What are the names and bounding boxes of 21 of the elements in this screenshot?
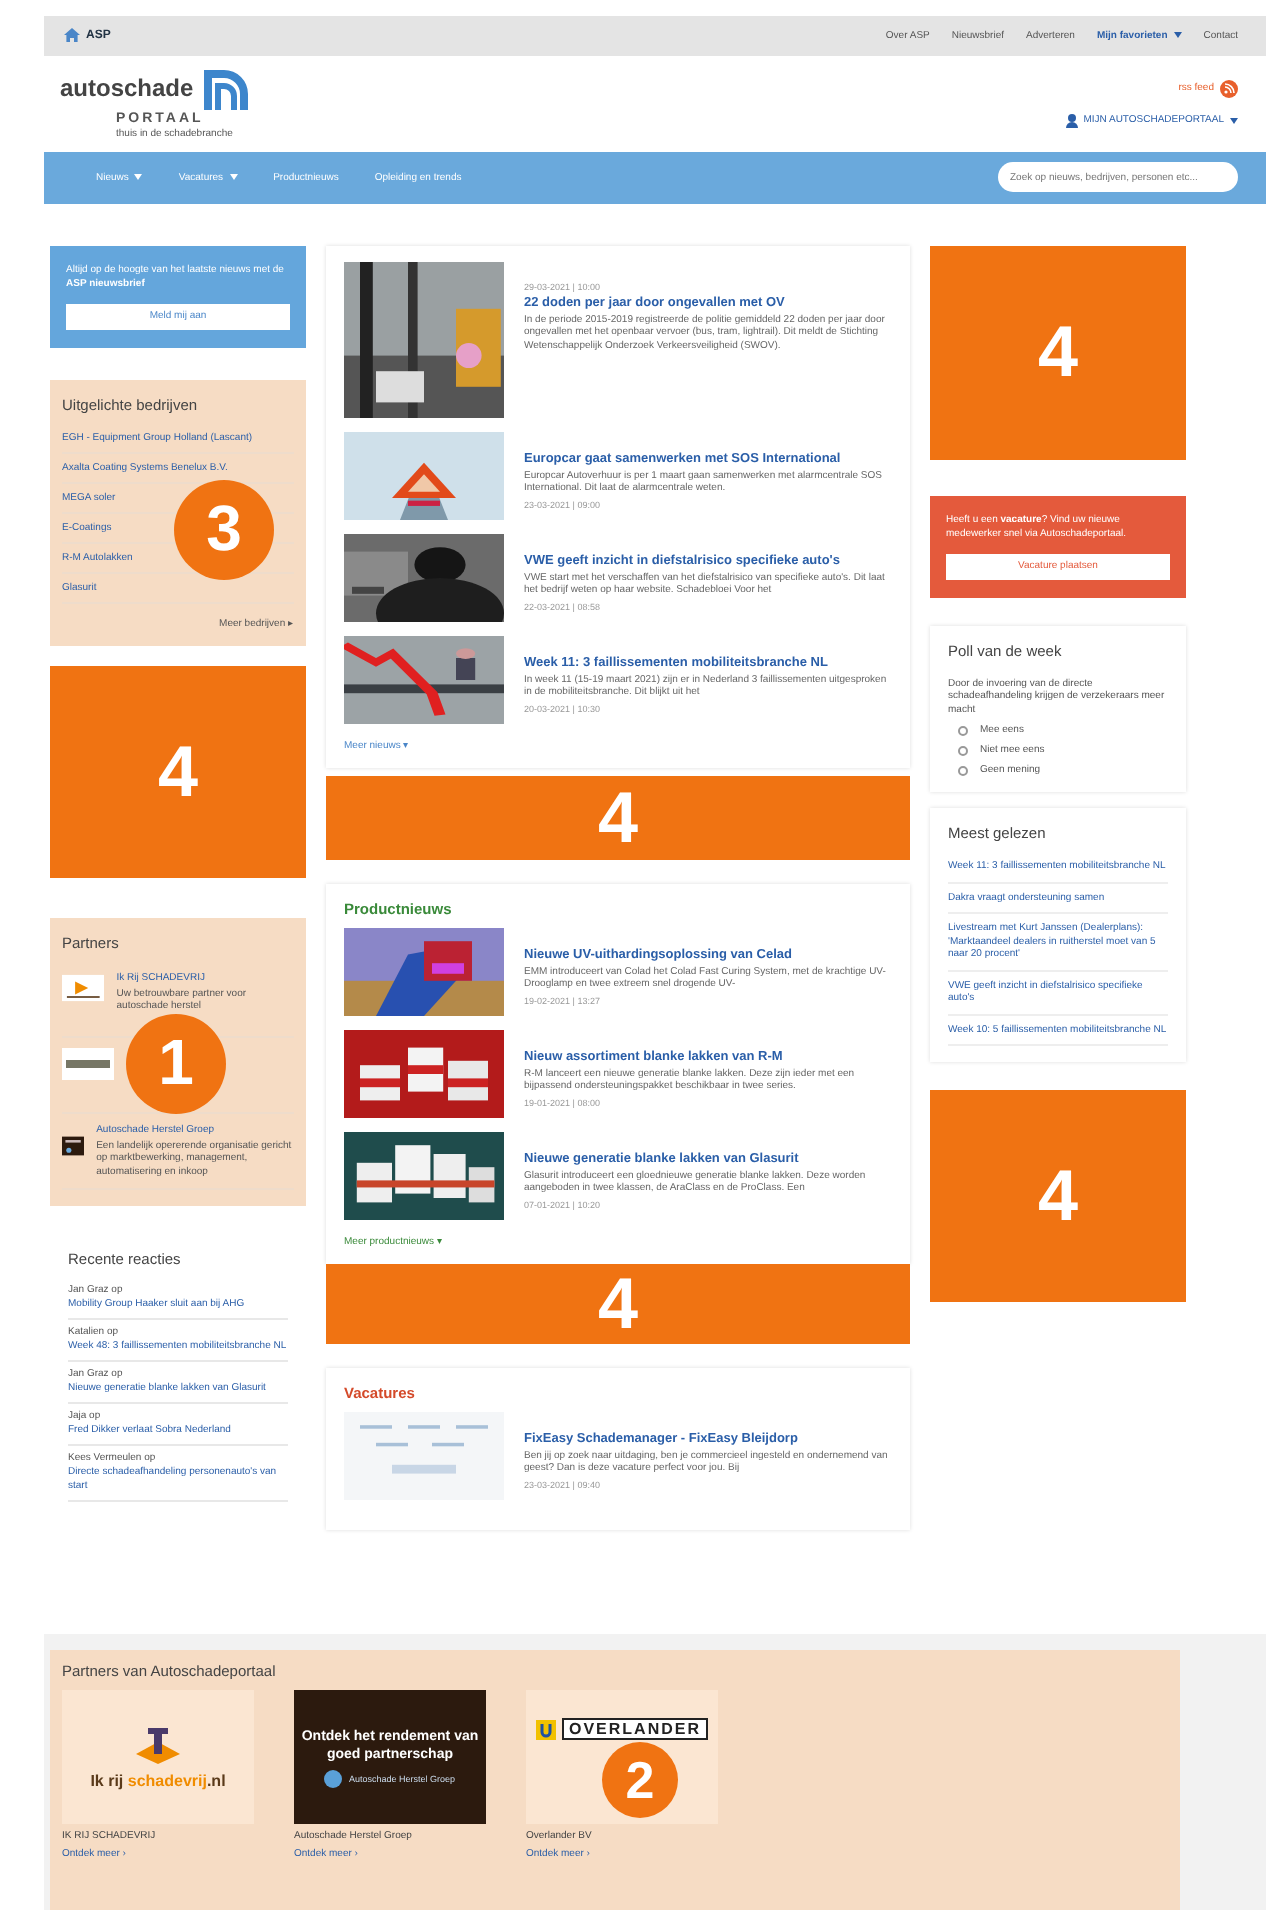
placement-number: 4 bbox=[597, 775, 639, 860]
logo-text: Ik rij schadevrij.nl bbox=[90, 1771, 226, 1789]
home-icon[interactable] bbox=[64, 28, 80, 43]
placement-number: 4 bbox=[1037, 310, 1079, 395]
logo-icon bbox=[62, 1047, 114, 1080]
radio-button[interactable] bbox=[958, 745, 968, 756]
placement-number: 4 bbox=[157, 729, 199, 814]
logo-word: autoschade bbox=[60, 76, 194, 101]
logo-icon bbox=[536, 1719, 557, 1739]
caret-icon bbox=[1230, 117, 1238, 124]
globe-icon bbox=[324, 1769, 343, 1787]
user-icon bbox=[1065, 113, 1078, 128]
logo-icon bbox=[62, 971, 105, 1004]
placement-number: 4 bbox=[1037, 1154, 1079, 1239]
placement-number: 4 bbox=[597, 1261, 639, 1346]
radio-button[interactable] bbox=[958, 765, 968, 776]
wrench-icon bbox=[132, 1725, 184, 1765]
logo-icon bbox=[199, 66, 252, 111]
rss-icon[interactable] bbox=[1220, 79, 1238, 98]
logo-text: OVERLANDER bbox=[562, 1718, 707, 1740]
radio-button[interactable] bbox=[958, 725, 968, 736]
